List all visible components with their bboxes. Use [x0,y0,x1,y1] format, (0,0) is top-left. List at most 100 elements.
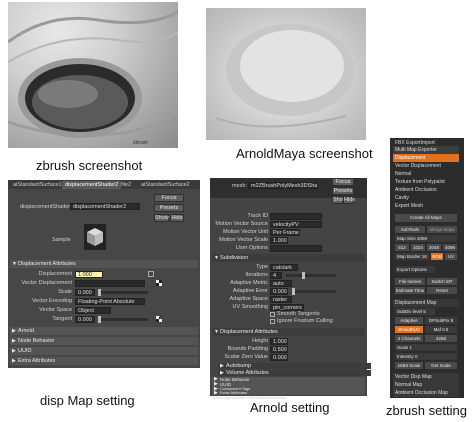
vector-displacement-field[interactable] [75,280,145,287]
tangent-value-field[interactable]: 0.000 [75,316,95,323]
section-title: Arnold [18,328,34,334]
subdiv-type-select[interactable]: catclark [270,264,298,271]
iterations-field[interactable]: 4 [270,272,282,279]
adaptive-space-select[interactable]: raster [270,296,292,303]
ignore-frustum-culling-checkbox[interactable] [270,319,275,324]
shader-name-field[interactable]: displacementShader2 [70,203,140,210]
section-autobump[interactable]: ▶ Autobump [218,363,371,369]
checker-map-icon[interactable] [156,280,162,286]
section-displacement-attributes[interactable]: ▼ Displacement Attributes [10,260,198,268]
section-title: Volume Attributes [226,370,269,376]
section-uuid[interactable]: ▶ UUID [10,347,198,355]
smooth-tangents-label: Smooth Tangents [277,311,320,317]
texture-from-polypaint-toggle[interactable]: Texture from Polypaint [393,178,459,186]
adaptive-error-slider[interactable] [292,288,336,295]
multi-map-exporter-header[interactable]: Multi Map Exporter [393,146,459,154]
section-extra-attributes[interactable]: ▶ Extra Attributes [10,357,198,365]
estimate-time-button[interactable]: Estimate Time [395,287,425,294]
show-button[interactable]: Show [332,196,347,204]
tab-displacementshader2[interactable]: displacementShader2 [62,181,122,189]
show-button[interactable]: Show [154,214,169,222]
adaptive-error-slider-knob[interactable] [292,288,295,295]
32bit-toggle[interactable]: 32Bit [425,335,457,342]
get-scale-button[interactable]: Get Scale [425,362,457,369]
focus-button[interactable]: Focus [154,194,184,202]
export-mesh-toggle[interactable]: Export Mesh [393,202,459,210]
scale-value-field[interactable]: 0.000 [75,289,95,296]
ambient-occlusion-map-header[interactable]: Ambient Occlusion Map [393,389,459,397]
adaptive-error-field[interactable]: 0.000 [270,288,288,295]
subdiv-level-slider[interactable]: SubDiv level 5 [395,308,435,315]
subtools-button[interactable]: SubTools [395,226,425,233]
displacement-value-field[interactable]: 1.000 [75,271,103,278]
tab-file2[interactable]: file2 [118,181,134,189]
presets-button[interactable]: Presets [154,204,184,212]
scale-slider[interactable] [98,289,148,296]
normal-map-header[interactable]: Normal Map [393,381,459,389]
scalar-zero-value-field[interactable]: 0.000 [270,354,288,361]
section-displacement-attributes[interactable]: ▼ Displacement Attributes [212,328,365,336]
tab-aistandardsurface2[interactable]: aiStandardSurface2 [138,181,193,189]
size-1024-button[interactable]: 1024 [411,244,425,251]
track-id-field[interactable] [270,213,322,220]
ambient-occlusion-toggle[interactable]: Ambient Occlusion [393,186,459,194]
export-options-header[interactable]: Export Options [395,266,435,273]
hide-button[interactable]: Hide [170,214,184,222]
focus-button[interactable]: Focus [332,178,354,186]
section-node-behavior[interactable]: ▶ Node Behavior [10,337,198,345]
iterations-slider[interactable] [286,272,336,279]
3-channels-toggle[interactable]: 3 Channels [395,335,423,342]
iterations-slider-knob[interactable] [302,272,305,279]
scale-slider[interactable]: Scale 1 [395,344,457,351]
adaptive-toggle[interactable]: Adaptive [395,317,423,324]
switch-mt-button[interactable]: Switch MT [427,278,457,285]
16bit-scale-toggle[interactable]: 16Bit Scale [395,362,423,369]
tangent-slider[interactable] [98,316,148,323]
size-4096-button[interactable]: 4096 [443,244,457,251]
motion-vector-unit-select[interactable]: Per Frame [270,229,300,236]
displacement-map-header[interactable]: Displacement Map [393,299,459,307]
height-field[interactable]: 1.000 [270,338,288,345]
reset-button[interactable]: Reset [427,287,457,294]
section-volume-attributes[interactable]: ▶ Volume Attributes [218,370,371,376]
cavity-toggle[interactable]: Cavity [393,194,459,202]
create-all-maps-button[interactable]: Create All Maps [395,214,457,222]
map-border-slider[interactable]: Map Border 16 [395,253,429,260]
row-label-uv-smoothing: UV Smoothing [232,304,268,310]
section-arnold[interactable]: ▶ Arnold [10,327,198,335]
smooth-tangents-checkbox[interactable] [270,312,275,317]
vector-space-select[interactable]: Object [75,307,111,314]
mesh-name-field[interactable]: m2ZBrushPolyMesh3DShape [248,182,318,189]
section-subdivision[interactable]: ▼ Subdivision [212,254,365,262]
motion-vector-source-field[interactable]: velocityPV [270,221,322,228]
hide-button[interactable]: Hide [343,196,355,204]
size-2048-button[interactable]: 2048 [427,244,441,251]
normal-toggle[interactable]: Normal [393,170,459,178]
merge-maps-button[interactable]: Merge Maps [427,226,457,233]
bounds-padding-field[interactable]: 0.500 [270,346,288,353]
uv-toggle[interactable]: UV [445,253,457,260]
map-connect-icon[interactable] [148,271,154,277]
vector-disp-map-header[interactable]: Vector Disp Map [393,373,459,381]
mid-slider[interactable]: Mid 0.5 [425,326,457,333]
file-names-button[interactable]: File names [395,278,425,285]
scale-slider-knob[interactable] [98,289,101,296]
rgb-toggle[interactable]: RGB [431,253,443,260]
intensity-slider[interactable]: Intensity 0 [395,353,457,360]
tangent-slider-knob[interactable] [98,316,101,323]
smoothuv-toggle[interactable]: SmoothUV [395,326,423,333]
vector-encoding-select[interactable]: Floating-Point Absolute [75,298,145,305]
dpsubpix-slider[interactable]: DPSubPix 8 [425,317,457,324]
user-options-field[interactable] [270,245,322,252]
motion-vector-scale-field[interactable]: 1.000 [270,237,288,244]
sample-label: Sample [52,237,71,243]
adaptive-metric-select[interactable]: auto [270,280,292,287]
presets-button[interactable]: Presets [332,187,354,195]
displacement-toggle[interactable]: Displacement [393,154,459,162]
tangent-map-icon[interactable] [156,316,162,322]
size-512-button[interactable]: 512 [395,244,409,251]
uv-smoothing-select[interactable]: pin_corners [270,304,304,311]
vector-displacement-toggle[interactable]: Vector Displacement [393,162,459,170]
displacement-attribute-editor: aiStandardSurface16S displacementShader2… [8,180,200,368]
map-size-slider[interactable]: Map Size 4096 [395,235,457,242]
